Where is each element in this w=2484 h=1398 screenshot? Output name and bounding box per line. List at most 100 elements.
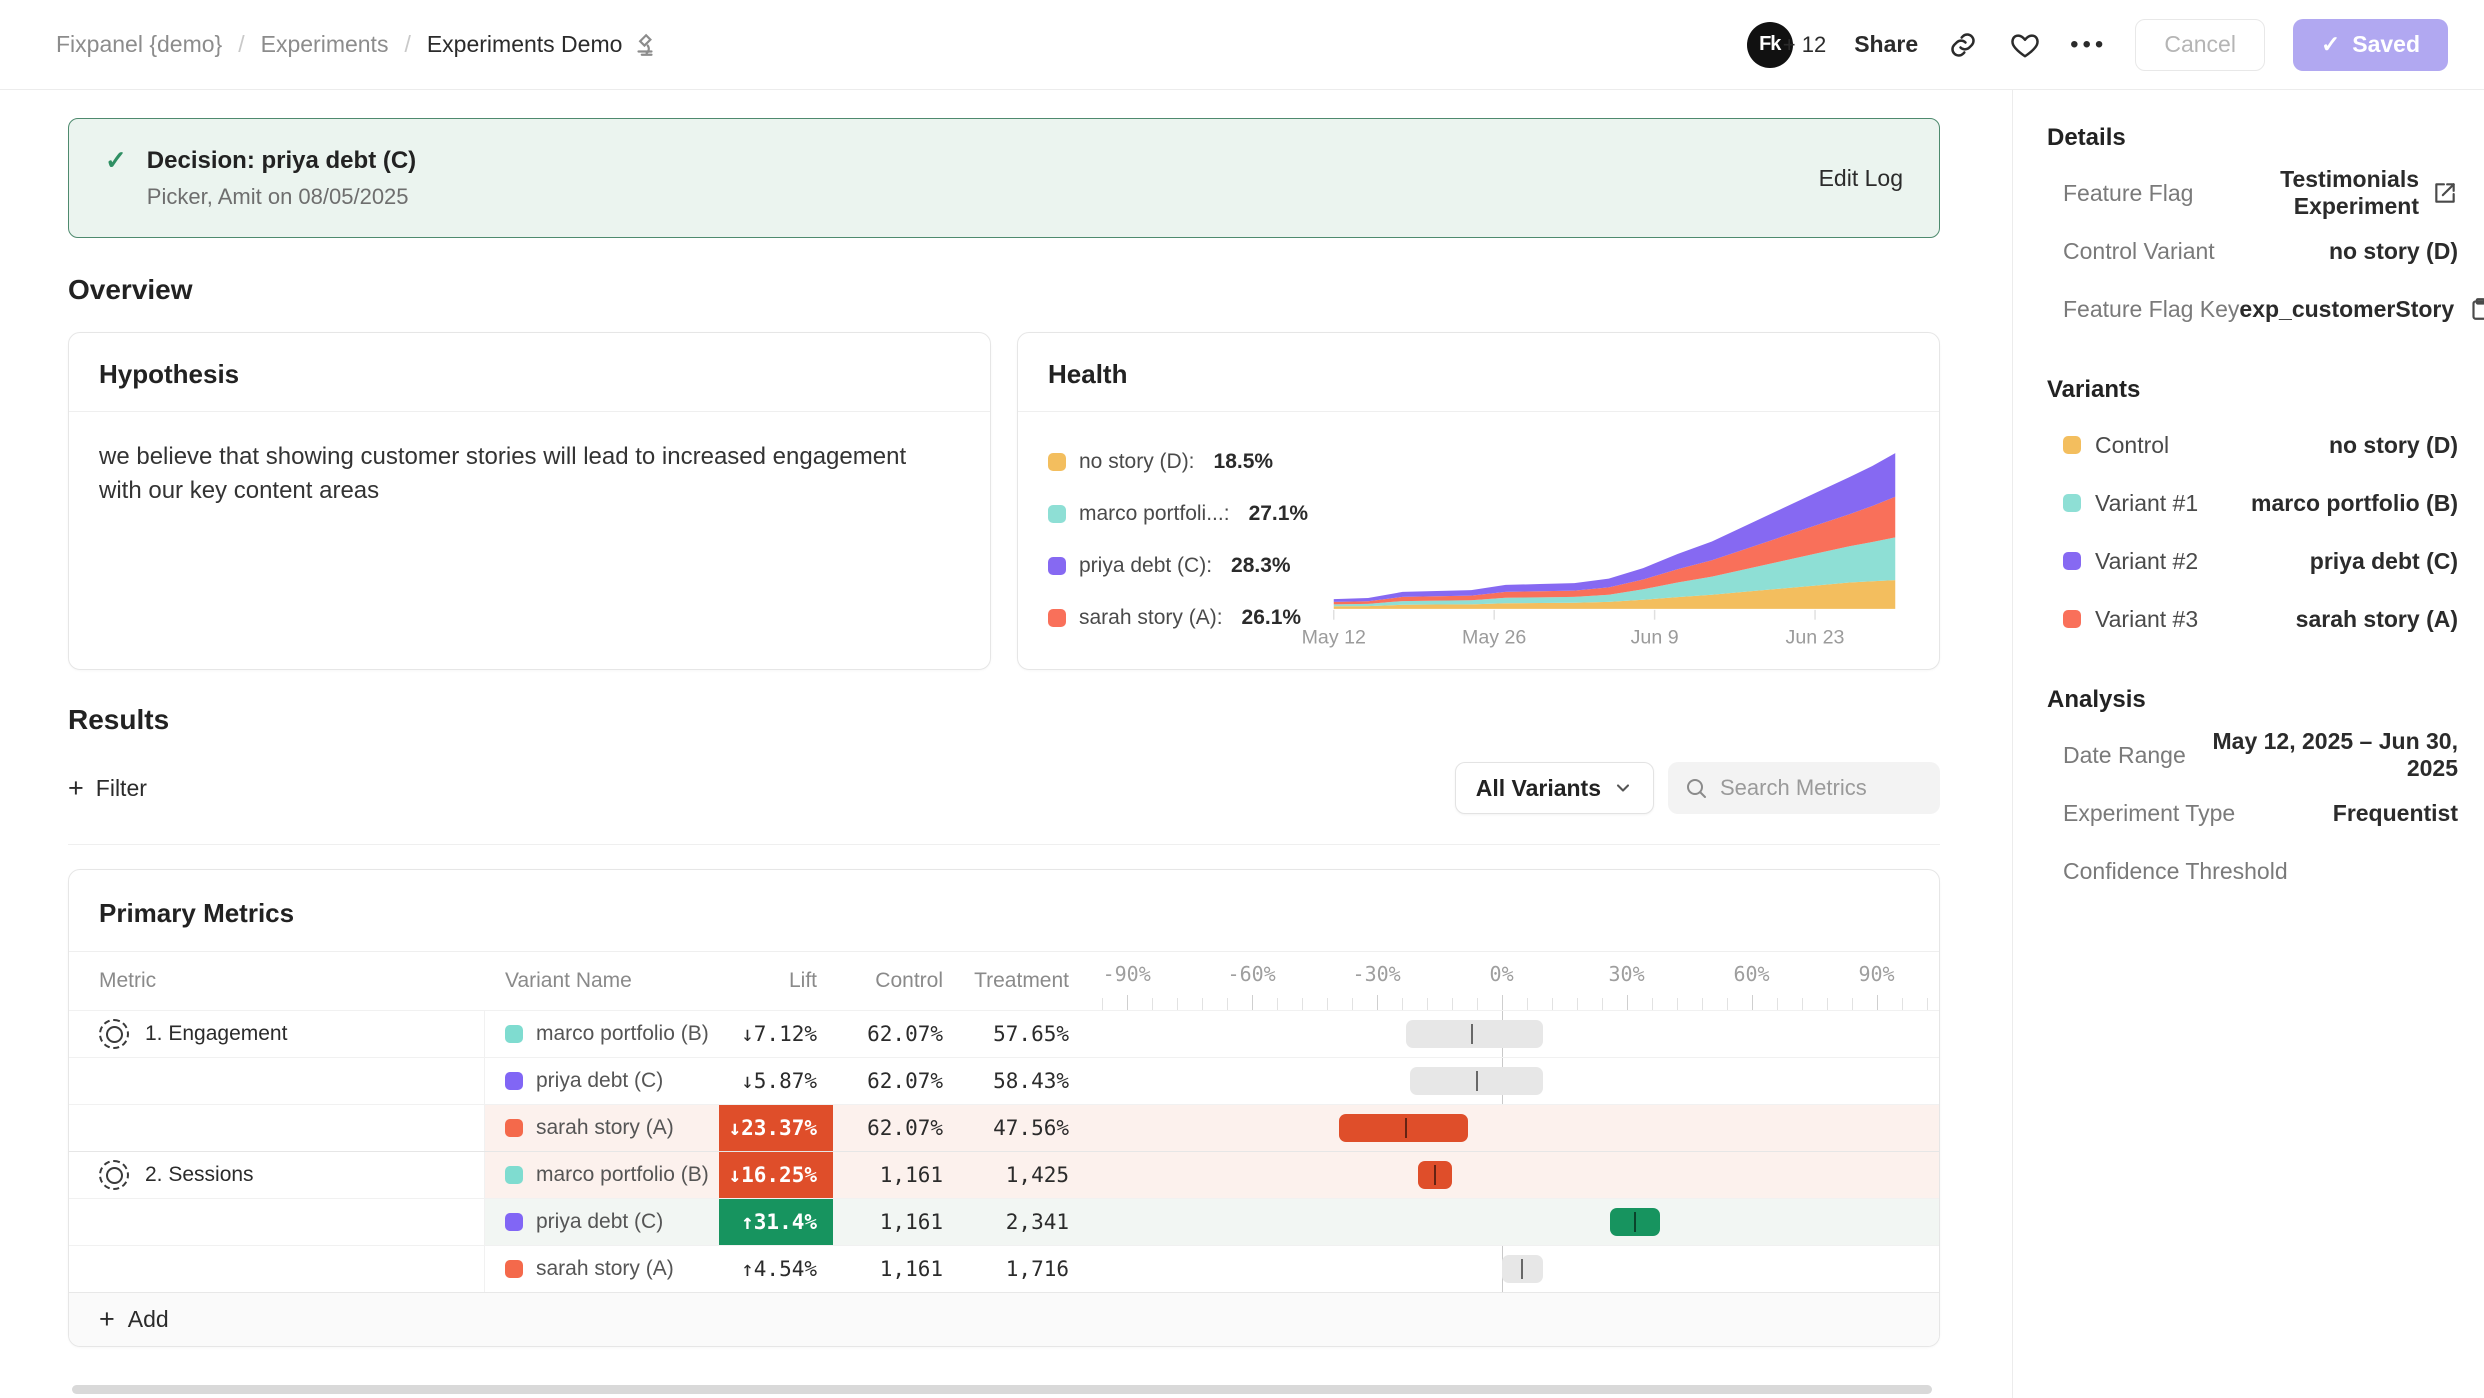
variant-cell: sarah story (A): [485, 1246, 719, 1292]
search-metrics-input[interactable]: [1720, 775, 1924, 801]
details-heading: Details: [2047, 124, 2458, 152]
breadcrumb-project[interactable]: Fixpanel {demo}: [56, 31, 222, 58]
axis-tick-label: 0%: [1490, 962, 1514, 986]
axis-tick: [1552, 998, 1553, 1010]
lift-value: ↓7.12%: [719, 1011, 833, 1057]
lift-cell: ↓23.37%: [719, 1105, 833, 1151]
primary-metrics-card: Primary Metrics Metric Variant Name Lift…: [68, 869, 1940, 1347]
feature-flag-value[interactable]: Testimonials Experiment: [2193, 166, 2419, 220]
svg-text:May 26: May 26: [1462, 626, 1526, 648]
variant-cell: sarah story (A): [485, 1105, 719, 1151]
legend-color-swatch: [1048, 557, 1066, 575]
axis-tick: [1177, 998, 1178, 1010]
variants-dropdown[interactable]: All Variants: [1455, 762, 1654, 814]
lift-point-marker: [1476, 1071, 1478, 1091]
axis-tick-label: 90%: [1858, 962, 1894, 986]
lift-cell: ↓7.12%: [719, 1011, 833, 1057]
control-value-cell: 62.07%: [833, 1011, 959, 1057]
breadcrumb: Fixpanel {demo} / Experiments / Experime…: [56, 31, 658, 58]
axis-tick: [1527, 998, 1528, 1010]
axis-tick: [1402, 998, 1403, 1010]
metric-row[interactable]: sarah story (A)↑4.54%1,1611,716: [69, 1245, 1939, 1292]
add-filter-button[interactable]: + Filter: [68, 775, 147, 802]
control-variant-row: Control Variant no story (D): [2047, 222, 2458, 280]
variant-cell: marco portfolio (B): [485, 1011, 719, 1057]
axis-tick: [1602, 998, 1603, 1010]
confidence-interval-cell: [1085, 1199, 1939, 1245]
overview-heading: Overview: [68, 274, 1940, 306]
treatment-value-cell: 1,425: [959, 1152, 1085, 1198]
confidence-interval-cell: [1085, 1011, 1939, 1057]
variant-color-swatch: [505, 1166, 523, 1184]
variant-cell: marco portfolio (B): [485, 1152, 719, 1198]
external-link-icon[interactable]: [2432, 180, 2458, 206]
control-value-cell: 62.07%: [833, 1058, 959, 1104]
metric-row[interactable]: priya debt (C)↓5.87%62.07%58.43%: [69, 1057, 1939, 1104]
edit-log-button[interactable]: Edit Log: [1819, 165, 1903, 192]
variant-color-swatch: [2063, 494, 2081, 512]
date-range-row: Date Range May 12, 2025 – Jun 30, 2025: [2047, 726, 2458, 784]
metric-row[interactable]: sarah story (A)↓23.37%62.07%47.56%: [69, 1104, 1939, 1151]
hypothesis-text: we believe that showing customer stories…: [69, 412, 969, 536]
metric-name-cell: [69, 1199, 485, 1245]
copy-link-icon[interactable]: [1946, 28, 1980, 62]
share-button[interactable]: Share: [1854, 31, 1918, 58]
axis-tick: [1202, 998, 1203, 1010]
decision-banner: ✓ Decision: priya debt (C) Picker, Amit …: [68, 118, 1940, 238]
legend-color-swatch: [1048, 609, 1066, 627]
lift-point-marker: [1634, 1212, 1636, 1232]
axis-tick-label: 30%: [1608, 962, 1644, 986]
control-value-cell: 1,161: [833, 1246, 959, 1292]
horizontal-scrollbar-thumb[interactable]: [72, 1385, 1932, 1394]
variant-color-swatch: [2063, 552, 2081, 570]
health-card: Health no story (D):18.5% marco portfoli…: [1017, 332, 1940, 670]
results-heading: Results: [68, 704, 1940, 736]
axis-tick-label: -30%: [1353, 962, 1401, 986]
add-metric-button[interactable]: + Add: [69, 1292, 1939, 1346]
axis-tick-label: 60%: [1733, 962, 1769, 986]
clipboard-copy-icon[interactable]: [2467, 296, 2484, 322]
health-legend: no story (D):18.5% marco portfoli...:27.…: [1048, 450, 1320, 657]
experiment-type-value: Frequentist: [2333, 800, 2458, 827]
legend-item: priya debt (C):28.3%: [1048, 554, 1320, 578]
goal-target-icon: [99, 1160, 129, 1190]
lift-value: ↓23.37%: [719, 1105, 833, 1151]
health-stacked-area-chart: May 12May 26Jun 9Jun 23: [1320, 444, 1909, 657]
lift-cell: ↑31.4%: [719, 1199, 833, 1245]
goal-target-icon: [99, 1019, 129, 1049]
cancel-button[interactable]: Cancel: [2135, 19, 2265, 71]
search-icon: [1684, 776, 1708, 800]
variant-cell: priya debt (C): [485, 1199, 719, 1245]
axis-tick: [1277, 998, 1278, 1010]
axis-tick: [1652, 998, 1653, 1010]
lift-axis: -90%-60%-30%0%30%60%90%: [1085, 952, 1939, 1010]
axis-tick: [1927, 998, 1928, 1010]
breadcrumb-experiments[interactable]: Experiments: [261, 31, 389, 58]
metric-row[interactable]: priya debt (C)↑31.4%1,1612,341: [69, 1198, 1939, 1245]
confidence-interval-cell: [1085, 1152, 1939, 1198]
metric-row[interactable]: 1. Engagementmarco portfolio (B)↓7.12%62…: [69, 1010, 1939, 1057]
feature-flag-row: Feature Flag Testimonials Experiment: [2047, 164, 2458, 222]
search-metrics-box: [1668, 762, 1940, 814]
saved-button[interactable]: ✓ Saved: [2293, 19, 2448, 71]
more-options-icon[interactable]: •••: [2070, 31, 2107, 59]
variant-color-swatch: [505, 1072, 523, 1090]
collaborators-count[interactable]: + 12: [1783, 32, 1826, 58]
axis-tick: [1427, 998, 1428, 1010]
results-toolbar: + Filter All Variants: [68, 762, 1940, 845]
plus-icon: +: [68, 775, 84, 802]
breadcrumb-separator: /: [238, 31, 244, 58]
svg-text:Jun 9: Jun 9: [1631, 626, 1679, 648]
metrics-table-header: Metric Variant Name Lift Control Treatme…: [69, 952, 1939, 1010]
metric-name-cell: [69, 1105, 485, 1151]
favorite-heart-icon[interactable]: [2008, 28, 2042, 62]
axis-tick-label: -90%: [1103, 962, 1151, 986]
metric-row[interactable]: 2. Sessionsmarco portfolio (B)↓16.25%1,1…: [69, 1151, 1939, 1198]
axis-tick: [1477, 998, 1478, 1010]
analysis-heading: Analysis: [2047, 686, 2458, 714]
check-icon: ✓: [2321, 31, 2340, 58]
axis-tick: [1577, 998, 1578, 1010]
lift-point-marker: [1471, 1024, 1473, 1044]
treatment-value-cell: 2,341: [959, 1199, 1085, 1245]
variants-heading: Variants: [2047, 376, 2458, 404]
